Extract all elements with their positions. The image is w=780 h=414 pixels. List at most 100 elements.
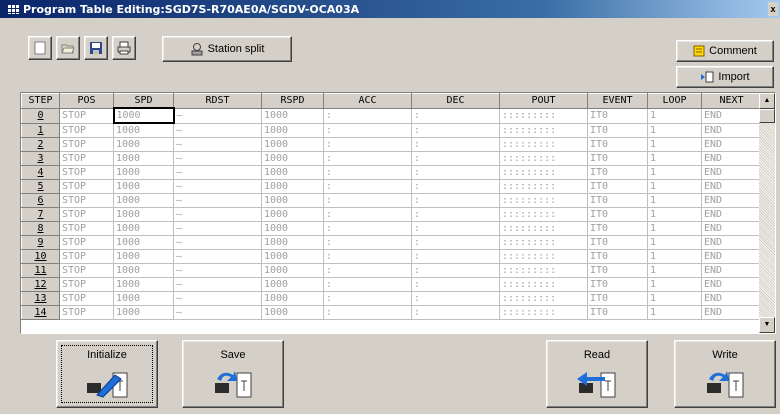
- column-header-rspd[interactable]: RSPD: [261, 93, 324, 109]
- cell-acc[interactable]: :: [323, 193, 412, 208]
- cell-acc[interactable]: :: [323, 207, 412, 222]
- cell-acc[interactable]: :: [323, 137, 412, 152]
- step-number[interactable]: 8: [21, 221, 60, 236]
- cell-rspd[interactable]: 1000: [261, 207, 324, 222]
- cell-acc[interactable]: :: [323, 305, 412, 320]
- scroll-thumb[interactable]: [759, 109, 775, 123]
- cell-spd[interactable]: 1000: [113, 193, 174, 208]
- cell-loop[interactable]: 1: [647, 263, 702, 278]
- column-header-pout[interactable]: POUT: [499, 93, 588, 109]
- cell-event[interactable]: IT0: [587, 165, 648, 180]
- step-number[interactable]: 13: [21, 291, 60, 306]
- cell-rspd[interactable]: 1000: [261, 291, 324, 306]
- step-number[interactable]: 2: [21, 137, 60, 152]
- cell-rdst[interactable]: –: [173, 179, 262, 194]
- station-split-button[interactable]: Station split: [162, 36, 292, 62]
- cell-event[interactable]: IT0: [587, 291, 648, 306]
- cell-spd[interactable]: 1000: [112, 107, 175, 124]
- read-button[interactable]: Read: [546, 340, 648, 408]
- cell-dec[interactable]: :: [411, 249, 500, 264]
- cell-acc[interactable]: :: [323, 249, 412, 264]
- comment-button[interactable]: Comment: [676, 40, 774, 62]
- cell-pout[interactable]: :::::::::: [499, 263, 588, 278]
- cell-next[interactable]: END: [701, 235, 762, 250]
- cell-rdst[interactable]: –: [173, 108, 262, 124]
- cell-event[interactable]: IT0: [587, 207, 648, 222]
- cell-pos[interactable]: STOP: [59, 179, 114, 194]
- cell-rspd[interactable]: 1000: [261, 193, 324, 208]
- cell-dec[interactable]: :: [411, 108, 500, 124]
- cell-spd[interactable]: 1000: [113, 165, 174, 180]
- cell-pos[interactable]: STOP: [59, 235, 114, 250]
- cell-spd[interactable]: 1000: [113, 249, 174, 264]
- cell-dec[interactable]: :: [411, 193, 500, 208]
- save-file-button[interactable]: [84, 36, 108, 60]
- cell-rdst[interactable]: –: [173, 193, 262, 208]
- cell-event[interactable]: IT0: [587, 123, 648, 138]
- cell-rdst[interactable]: –: [173, 123, 262, 138]
- cell-loop[interactable]: 1: [647, 249, 702, 264]
- cell-dec[interactable]: :: [411, 165, 500, 180]
- cell-dec[interactable]: :: [411, 137, 500, 152]
- cell-rdst[interactable]: –: [173, 165, 262, 180]
- cell-spd[interactable]: 1000: [113, 207, 174, 222]
- cell-dec[interactable]: :: [411, 235, 500, 250]
- cell-rdst[interactable]: –: [173, 263, 262, 278]
- cell-rspd[interactable]: 1000: [261, 123, 324, 138]
- import-button[interactable]: Import: [676, 66, 774, 88]
- cell-pout[interactable]: :::::::::: [499, 137, 588, 152]
- cell-next[interactable]: END: [701, 263, 762, 278]
- cell-loop[interactable]: 1: [647, 108, 702, 124]
- write-button[interactable]: Write: [674, 340, 776, 408]
- column-header-step[interactable]: STEP: [21, 93, 60, 109]
- step-number[interactable]: 6: [21, 193, 60, 208]
- cell-pos[interactable]: STOP: [59, 193, 114, 208]
- column-header-pos[interactable]: POS: [59, 93, 114, 109]
- cell-rspd[interactable]: 1000: [261, 179, 324, 194]
- cell-pos[interactable]: STOP: [59, 249, 114, 264]
- cell-next[interactable]: END: [701, 165, 762, 180]
- cell-rdst[interactable]: –: [173, 151, 262, 166]
- cell-pos[interactable]: STOP: [59, 108, 114, 124]
- cell-rdst[interactable]: –: [173, 137, 262, 152]
- cell-spd[interactable]: 1000: [113, 221, 174, 236]
- cell-rspd[interactable]: 1000: [261, 108, 324, 124]
- cell-loop[interactable]: 1: [647, 305, 702, 320]
- cell-loop[interactable]: 1: [647, 137, 702, 152]
- cell-next[interactable]: END: [701, 137, 762, 152]
- cell-rspd[interactable]: 1000: [261, 277, 324, 292]
- cell-pos[interactable]: STOP: [59, 137, 114, 152]
- cell-next[interactable]: END: [701, 249, 762, 264]
- cell-rspd[interactable]: 1000: [261, 221, 324, 236]
- column-header-spd[interactable]: SPD: [113, 93, 174, 109]
- cell-pout[interactable]: :::::::::: [499, 108, 588, 124]
- cell-event[interactable]: IT0: [587, 235, 648, 250]
- step-number[interactable]: 1: [21, 123, 60, 138]
- column-header-loop[interactable]: LOOP: [647, 93, 702, 109]
- cell-rspd[interactable]: 1000: [261, 235, 324, 250]
- cell-pout[interactable]: :::::::::: [499, 179, 588, 194]
- cell-pout[interactable]: :::::::::: [499, 165, 588, 180]
- cell-loop[interactable]: 1: [647, 165, 702, 180]
- scroll-up-icon[interactable]: ▲: [759, 93, 775, 109]
- scroll-down-icon[interactable]: ▼: [759, 317, 775, 333]
- cell-rspd[interactable]: 1000: [261, 249, 324, 264]
- cell-rspd[interactable]: 1000: [261, 263, 324, 278]
- cell-spd[interactable]: 1000: [113, 305, 174, 320]
- cell-dec[interactable]: :: [411, 263, 500, 278]
- cell-acc[interactable]: :: [323, 235, 412, 250]
- cell-dec[interactable]: :: [411, 277, 500, 292]
- cell-rspd[interactable]: 1000: [261, 165, 324, 180]
- cell-pout[interactable]: :::::::::: [499, 123, 588, 138]
- cell-event[interactable]: IT0: [587, 263, 648, 278]
- cell-next[interactable]: END: [701, 179, 762, 194]
- step-number[interactable]: 0: [21, 108, 60, 124]
- cell-acc[interactable]: :: [323, 123, 412, 138]
- cell-pos[interactable]: STOP: [59, 207, 114, 222]
- cell-pos[interactable]: STOP: [59, 123, 114, 138]
- step-number[interactable]: 3: [21, 151, 60, 166]
- cell-pout[interactable]: :::::::::: [499, 193, 588, 208]
- new-button[interactable]: [28, 36, 52, 60]
- cell-acc[interactable]: :: [323, 263, 412, 278]
- cell-next[interactable]: END: [701, 291, 762, 306]
